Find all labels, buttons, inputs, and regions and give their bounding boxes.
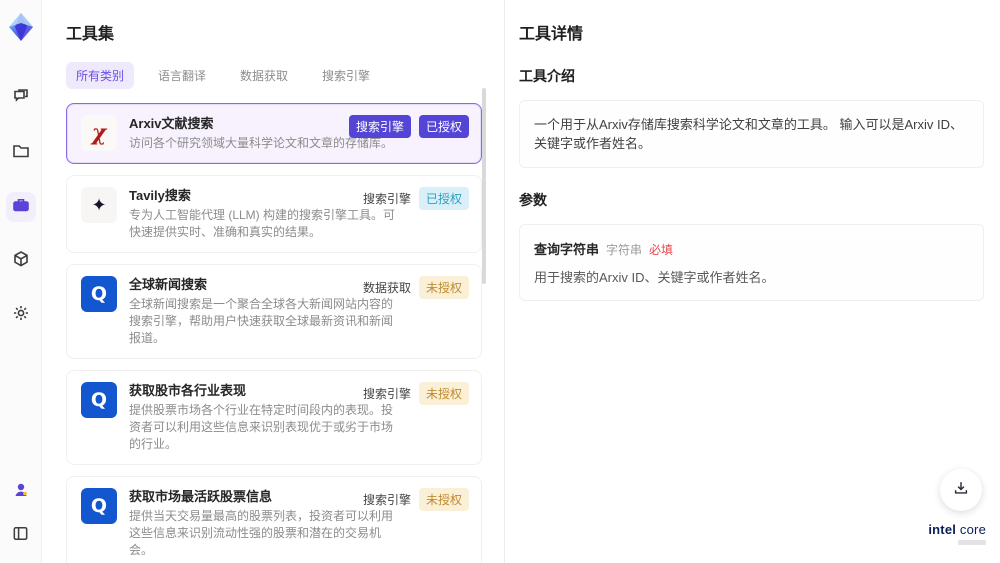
list-scrollbar[interactable] (482, 88, 486, 284)
intro-text: 一个用于从Arxiv存储库搜索科学论文和文章的工具。 输入可以是Arxiv ID… (534, 117, 964, 151)
tab-data-fetch[interactable]: 数据获取 (230, 62, 298, 89)
status-badge: 已授权 (418, 115, 469, 138)
tool-description: 提供当天交易量最高的股票列表，投资者可以利用这些信息来识别流动性强的股票和潜在的… (129, 509, 394, 557)
tab-search-engine[interactable]: 搜索引擎 (312, 62, 380, 89)
detail-title: 工具详情 (519, 26, 584, 43)
core-brand-text: core (956, 522, 986, 537)
intro-card: 一个用于从Arxiv存储库搜索科学论文和文章的工具。 输入可以是Arxiv ID… (519, 100, 984, 168)
left-icon-rail (0, 0, 42, 563)
category-badge: 搜索引擎 (362, 387, 411, 401)
tavily-star-icon: ✦ (81, 187, 117, 223)
intel-core-logo: intel core (928, 522, 986, 545)
stock-app-icon: Q (81, 382, 117, 418)
tool-description: 提供股票市场各个行业在特定时间段内的表现。投资者可以利用这些信息来识别表现优于或… (129, 403, 394, 451)
collapse-panel-button[interactable] (6, 521, 36, 551)
category-tabs: 所有类别 语言翻译 数据获取 搜索引擎 (42, 44, 504, 101)
sidebar-item-settings[interactable] (6, 300, 36, 330)
status-badge: 已授权 (418, 187, 469, 210)
stock-app-icon: Q (81, 488, 117, 524)
tool-detail-panel: 工具详情 工具介绍 一个用于从Arxiv存储库搜索科学论文和文章的工具。 输入可… (505, 0, 1000, 563)
status-badge: 未授权 (418, 382, 469, 405)
arxiv-logo-icon: χ (81, 115, 117, 151)
download-button[interactable] (940, 469, 982, 511)
user-avatar-button[interactable] (6, 477, 36, 507)
tool-name: 全球新闻搜索 (129, 277, 208, 292)
param-card: 查询字符串 字符串 必填 用于搜索的Arxiv ID、关键字或作者姓名。 (519, 224, 984, 301)
tab-language-translation[interactable]: 语言翻译 (148, 62, 216, 89)
tool-card-active-stocks[interactable]: Q 获取市场最活跃股票信息 提供当天交易量最高的股票列表，投资者可以利用这些信息… (66, 476, 482, 563)
tool-card-arxiv[interactable]: χ Arxiv文献搜索 访问各个研究领域大量科学论文和文章的存储库。 搜索引擎 … (66, 103, 482, 164)
page-title: 工具集 (66, 26, 115, 43)
tool-list-panel: 工具集 所有类别 语言翻译 数据获取 搜索引擎 χ Arxiv文献搜索 访问各个… (42, 0, 504, 563)
tab-all-categories[interactable]: 所有类别 (66, 62, 135, 89)
param-name: 查询字符串 (534, 242, 600, 257)
category-badge: 搜索引擎 (362, 493, 411, 507)
tool-list: χ Arxiv文献搜索 访问各个研究领域大量科学论文和文章的存储库。 搜索引擎 … (42, 101, 504, 563)
app-logo (4, 10, 38, 44)
param-type: 字符串 (606, 243, 643, 257)
tool-card-stock-sector[interactable]: Q 获取股市各行业表现 提供股票市场各个行业在特定时间段内的表现。投资者可以利用… (66, 370, 482, 465)
tool-name: 获取股市各行业表现 (129, 383, 247, 398)
tool-name: Tavily搜索 (129, 188, 191, 203)
folder-icon (11, 141, 31, 166)
intro-heading: 工具介绍 (519, 68, 575, 84)
tool-card-global-news[interactable]: Q 全球新闻搜索 全球新闻搜索是一个聚合全球各大新闻网站内容的搜索引擎，帮助用户… (66, 264, 482, 359)
news-app-icon: Q (81, 276, 117, 312)
intel-sub-mark (958, 540, 986, 545)
category-badge: 搜索引擎 (362, 192, 411, 206)
chat-icon (11, 87, 31, 112)
tool-description: 全球新闻搜索是一个聚合全球各大新闻网站内容的搜索引擎，帮助用户快速获取全球最新资… (129, 297, 394, 345)
sidebar-item-tools[interactable] (5, 192, 36, 222)
params-heading: 参数 (519, 192, 547, 208)
status-badge: 未授权 (418, 276, 469, 299)
briefcase-icon (11, 195, 31, 220)
status-badge: 未授权 (418, 488, 469, 511)
cube-icon (11, 249, 31, 274)
tool-card-tavily[interactable]: ✦ Tavily搜索 专为人工智能代理 (LLM) 构建的搜索引擎工具。可快速提… (66, 175, 482, 253)
sidebar-item-chat[interactable] (6, 84, 36, 114)
category-badge: 数据获取 (362, 281, 411, 295)
user-avatar-icon (11, 480, 31, 505)
panel-toggle-icon (11, 524, 30, 548)
intel-brand-text: intel (928, 522, 957, 537)
category-badge: 搜索引擎 (348, 115, 411, 138)
gear-icon (11, 303, 31, 328)
sidebar-item-models[interactable] (6, 246, 36, 276)
param-required-badge: 必填 (649, 243, 674, 257)
param-description: 用于搜索的Arxiv ID、关键字或作者姓名。 (534, 270, 775, 285)
sidebar-item-files[interactable] (6, 138, 36, 168)
tool-description: 专为人工智能代理 (LLM) 构建的搜索引擎工具。可快速提供实时、准确和真实的结… (129, 208, 396, 239)
download-icon (952, 479, 970, 502)
tool-name: 获取市场最活跃股票信息 (129, 489, 273, 504)
